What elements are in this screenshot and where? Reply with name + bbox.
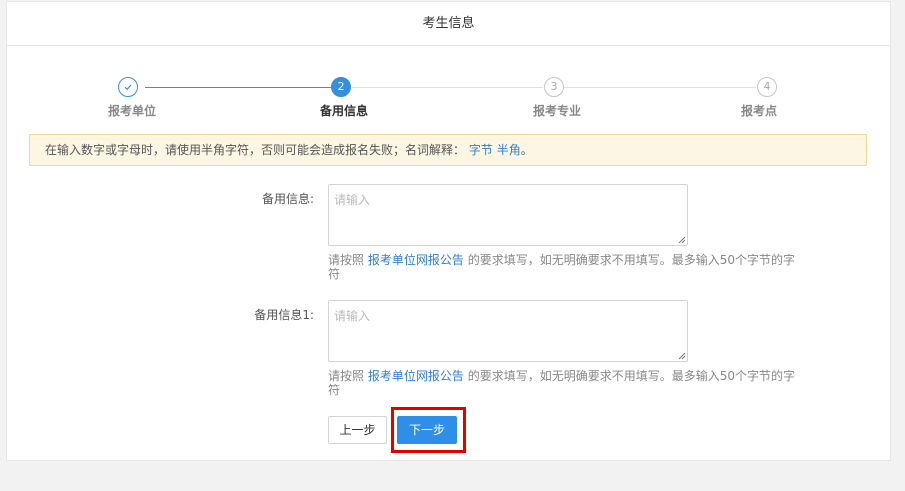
backup-info-label: 备用信息: <box>261 192 314 206</box>
resize-grip-icon[interactable] <box>678 236 686 244</box>
step-1-check-icon <box>118 77 138 97</box>
student-info-panel: 考生信息 报考单位 2 备用信息 3 报考专业 4 报考点 在输入数字或字母时，… <box>6 1 891 461</box>
step-line-2-3 <box>352 87 543 88</box>
notice-end: 。 <box>520 143 533 157</box>
announcement-link[interactable]: 报考单位网报公告 <box>368 253 464 267</box>
help-prefix: 请按照 <box>328 253 365 267</box>
backup-info-placeholder: 请输入 <box>334 193 371 207</box>
step-line-3-4 <box>564 87 756 88</box>
backup-info-1-help: 请按照 报考单位网报公告 的要求填写，如无明确要求不用填写。最多输入50个字节的… <box>328 369 798 397</box>
resize-grip-icon[interactable] <box>678 352 686 360</box>
step-1-label: 报考单位 <box>107 104 156 118</box>
step-4-label: 报考点 <box>740 104 777 118</box>
backup-info-1-label: 备用信息1: <box>254 308 314 322</box>
backup-info-1-input[interactable]: 请输入 <box>328 300 688 362</box>
step-3-number: 3 <box>544 77 564 97</box>
byte-link[interactable]: 字节 <box>469 143 493 157</box>
backup-info-input[interactable]: 请输入 <box>328 184 688 246</box>
page-title: 考生信息 <box>7 2 890 46</box>
notice-text: 在输入数字或字母时，请使用半角字符，否则可能会造成报名失败；名词解释： <box>45 143 466 157</box>
prev-step-button[interactable]: 上一步 <box>328 416 387 444</box>
backup-info-1-placeholder: 请输入 <box>334 309 371 323</box>
step-4-number: 4 <box>757 77 777 97</box>
step-2-number: 2 <box>331 77 351 97</box>
half-width-notice: 在输入数字或字母时，请使用半角字符，否则可能会造成报名失败；名词解释： 字节 半… <box>29 134 867 166</box>
announcement-link[interactable]: 报考单位网报公告 <box>368 369 464 383</box>
step-3-label: 报考专业 <box>532 104 581 118</box>
half-width-link[interactable]: 半角 <box>497 143 521 157</box>
backup-info-help: 请按照 报考单位网报公告 的要求填写，如无明确要求不用填写。最多输入50个字节的… <box>328 253 798 281</box>
next-step-button[interactable]: 下一步 <box>397 416 457 444</box>
step-line-1-2 <box>145 87 331 88</box>
step-2-label: 备用信息 <box>319 104 368 118</box>
help-prefix: 请按照 <box>328 369 365 383</box>
progress-steps: 报考单位 2 备用信息 3 报考专业 4 报考点 <box>7 74 890 124</box>
